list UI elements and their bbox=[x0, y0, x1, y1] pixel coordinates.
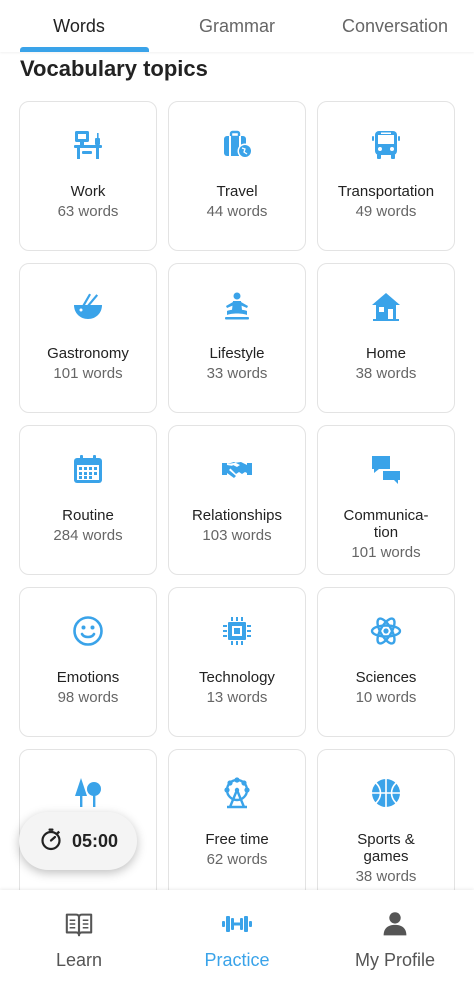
topic-card-technology[interactable]: Technology 13 words bbox=[168, 587, 306, 737]
tab-words[interactable]: Words bbox=[0, 0, 158, 52]
topic-name: Emotions bbox=[56, 669, 120, 686]
dumbbell-icon bbox=[221, 908, 253, 940]
topic-count: 101 words bbox=[351, 544, 421, 561]
bus-icon bbox=[369, 128, 403, 162]
topic-card-routine[interactable]: Routine 284 words bbox=[19, 425, 157, 575]
topic-count: 10 words bbox=[355, 689, 417, 706]
nav-practice-label: Practice bbox=[204, 950, 270, 970]
tab-conversation-label: Conversation bbox=[341, 15, 449, 36]
topic-card-work[interactable]: Work 63 words bbox=[19, 101, 157, 251]
topic-count: 44 words bbox=[206, 203, 268, 220]
tab-conversation[interactable]: Conversation bbox=[316, 0, 474, 52]
top-tabs: Words Grammar Conversation bbox=[0, 0, 474, 52]
nav-learn[interactable]: Learn bbox=[0, 890, 158, 987]
topic-card-free-time[interactable]: Free time 62 words bbox=[168, 749, 306, 899]
nav-my-profile[interactable]: My Profile bbox=[316, 890, 474, 987]
nav-practice[interactable]: Practice bbox=[158, 890, 316, 987]
stopwatch-icon bbox=[39, 827, 63, 856]
meditation-icon bbox=[220, 290, 254, 324]
chip-icon bbox=[220, 614, 254, 648]
smiley-icon bbox=[71, 614, 105, 648]
topic-card-gastronomy[interactable]: Gastronomy 101 words bbox=[19, 263, 157, 413]
atom-icon bbox=[369, 614, 403, 648]
topic-name: Routine bbox=[62, 507, 114, 524]
timer-button[interactable]: 05:00 bbox=[19, 812, 137, 870]
topic-name: Technology bbox=[199, 669, 275, 686]
topic-name: Free time bbox=[205, 831, 269, 848]
ferris-wheel-icon bbox=[220, 776, 254, 810]
tab-grammar-label: Grammar bbox=[199, 15, 275, 36]
topic-count: 101 words bbox=[53, 365, 123, 382]
section-title: Vocabulary topics bbox=[20, 56, 208, 81]
topic-count: 284 words bbox=[53, 527, 123, 544]
basketball-icon bbox=[369, 776, 403, 810]
trees-icon bbox=[71, 776, 105, 810]
topic-name: Communica- tion bbox=[343, 507, 429, 541]
house-icon bbox=[369, 290, 403, 324]
topic-name: Work bbox=[70, 183, 106, 200]
topic-count: 13 words bbox=[206, 689, 268, 706]
topic-card-transportation[interactable]: Transportation 49 words bbox=[317, 101, 455, 251]
topic-card-communication[interactable]: Communica- tion 101 words bbox=[317, 425, 455, 575]
topic-name: Transportation bbox=[337, 183, 435, 200]
nav-my-profile-label: My Profile bbox=[354, 950, 435, 970]
topic-name: Lifestyle bbox=[209, 345, 265, 362]
person-icon bbox=[379, 908, 411, 940]
calendar-icon bbox=[71, 452, 105, 486]
topic-name: Travel bbox=[216, 183, 258, 200]
bowl-chopsticks-icon bbox=[71, 290, 105, 324]
topic-count: 38 words bbox=[355, 365, 417, 382]
timer-time: 05:00 bbox=[72, 830, 119, 851]
topic-count: 62 words bbox=[206, 851, 268, 868]
topic-card-home[interactable]: Home 38 words bbox=[317, 263, 455, 413]
topic-count: 63 words bbox=[57, 203, 119, 220]
topic-card-relationships[interactable]: Relationships 103 words bbox=[168, 425, 306, 575]
bottom-nav: Learn Practice My Profile bbox=[0, 890, 474, 987]
topic-count: 49 words bbox=[355, 203, 417, 220]
topic-card-travel[interactable]: Travel 44 words bbox=[168, 101, 306, 251]
tab-grammar[interactable]: Grammar bbox=[158, 0, 316, 52]
topic-name: Sciences bbox=[355, 669, 417, 686]
topic-card-sports-games[interactable]: Sports & games 38 words bbox=[317, 749, 455, 899]
topic-name: Gastronomy bbox=[47, 345, 129, 362]
topic-count: 103 words bbox=[202, 527, 272, 544]
topic-name: Sports & games bbox=[357, 831, 415, 865]
luggage-icon bbox=[220, 128, 254, 162]
book-icon bbox=[63, 908, 95, 940]
topic-card-emotions[interactable]: Emotions 98 words bbox=[19, 587, 157, 737]
topic-count: 98 words bbox=[57, 689, 119, 706]
topic-name: Relationships bbox=[191, 507, 283, 524]
topics-grid: Work 63 words Travel 44 words Transporta… bbox=[19, 101, 456, 899]
tab-words-label: Words bbox=[53, 15, 105, 36]
desk-icon bbox=[71, 128, 105, 162]
topic-count: 38 words bbox=[355, 868, 417, 885]
topic-card-sciences[interactable]: Sciences 10 words bbox=[317, 587, 455, 737]
topic-count: 33 words bbox=[206, 365, 268, 382]
topic-name: Home bbox=[365, 345, 406, 362]
handshake-icon bbox=[220, 452, 254, 486]
chat-bubbles-icon bbox=[369, 452, 403, 486]
topic-card-lifestyle[interactable]: Lifestyle 33 words bbox=[168, 263, 306, 413]
nav-learn-label: Learn bbox=[55, 950, 103, 970]
